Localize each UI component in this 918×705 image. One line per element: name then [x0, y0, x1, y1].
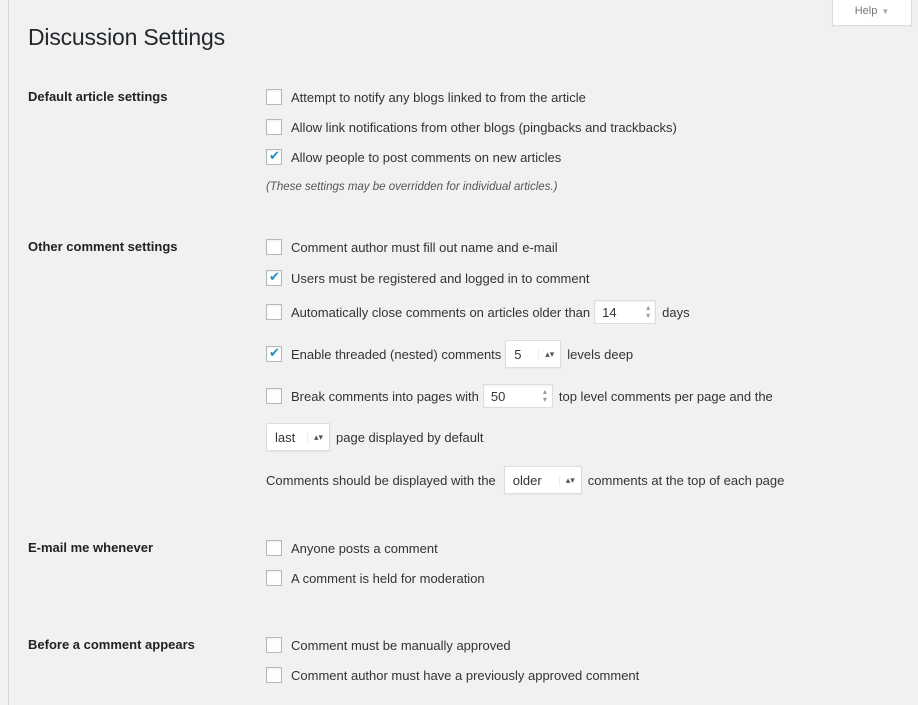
comments-per-page-value: 50 [490, 388, 506, 404]
allow-comments-label: Allow people to post comments on new art… [291, 149, 562, 165]
allow-comments-checkbox[interactable] [266, 148, 282, 165]
threaded-comments-checkbox[interactable] [266, 345, 282, 362]
select-arrows-icon: ▴▾ [558, 474, 575, 486]
auto-close-checkbox[interactable] [266, 304, 282, 320]
manual-approval-checkbox[interactable] [266, 637, 282, 653]
notify-blogs-label: Attempt to notify any blogs linked to fr… [291, 89, 586, 105]
page-title: Discussion Settings [28, 24, 225, 50]
email-on-moderation-option[interactable]: A comment is held for moderation [266, 570, 485, 586]
thread-depth-unit: levels deep [567, 346, 634, 362]
require-name-email-option[interactable]: Comment author must fill out name and e-… [266, 239, 558, 255]
require-name-email-label: Comment author must fill out name and e-… [291, 239, 558, 255]
email-on-comment-option[interactable]: Anyone posts a comment [266, 540, 438, 556]
auto-close-option: Automatically close comments on articles… [266, 300, 690, 324]
threaded-comments-option: Enable threaded (nested) comments 5 ▴▾ l… [266, 340, 633, 368]
spinner-icon[interactable]: ▴ ▾ [646, 304, 650, 320]
comment-order-suffix: comments at the top of each page [587, 472, 785, 488]
manual-approval-option[interactable]: Comment must be manually approved [266, 637, 511, 653]
paginate-checkbox[interactable] [266, 388, 282, 404]
section-label-email-me: E-mail me whenever [28, 540, 153, 555]
comment-order-option: Comments should be displayed with the ol… [266, 466, 784, 494]
email-on-moderation-label: A comment is held for moderation [291, 570, 485, 586]
comment-order-select[interactable]: older ▴▾ [503, 466, 582, 494]
chevron-down-icon: ▼ [881, 7, 890, 16]
registered-only-option[interactable]: Users must be registered and logged in t… [266, 269, 590, 286]
pingbacks-checkbox[interactable] [266, 119, 282, 135]
section-label-default-article: Default article settings [28, 89, 168, 104]
spinner-icon[interactable]: ▴ ▾ [543, 388, 547, 404]
prior-approval-option[interactable]: Comment author must have a previously ap… [266, 667, 639, 683]
prior-approval-label: Comment author must have a previously ap… [291, 667, 640, 683]
comment-order-value: older [512, 472, 542, 488]
section-label-before-appears: Before a comment appears [28, 637, 195, 652]
section-label-other-comment: Other comment settings [28, 239, 178, 254]
default-page-option: last ▴▾ page displayed by default [266, 423, 483, 451]
auto-close-days-value: 14 [602, 304, 617, 320]
allow-comments-option[interactable]: Allow people to post comments on new art… [266, 148, 562, 165]
default-page-select[interactable]: last ▴▾ [266, 423, 330, 451]
auto-close-label: Automatically close comments on articles… [291, 304, 591, 320]
pingbacks-option[interactable]: Allow link notifications from other blog… [266, 119, 677, 135]
auto-close-days-input[interactable]: 14 ▴ ▾ [594, 300, 657, 324]
thread-depth-value: 5 [514, 346, 522, 362]
paginate-option: Break comments into pages with 50 ▴ ▾ top… [266, 384, 773, 408]
email-on-moderation-checkbox[interactable] [266, 570, 282, 586]
threaded-comments-label: Enable threaded (nested) comments [291, 346, 502, 362]
pingbacks-label: Allow link notifications from other blog… [291, 119, 677, 135]
help-tab[interactable]: Help ▼ [832, 0, 912, 26]
notify-blogs-option[interactable]: Attempt to notify any blogs linked to fr… [266, 89, 586, 105]
select-arrows-icon: ▴▾ [538, 348, 554, 360]
paginate-suffix: top level comments per page and the [558, 388, 773, 404]
require-name-email-checkbox[interactable] [266, 239, 282, 255]
help-tab-label: Help [854, 5, 878, 17]
select-arrows-icon: ▴▾ [306, 431, 323, 443]
default-page-value: last [275, 429, 296, 445]
prior-approval-checkbox[interactable] [266, 667, 282, 683]
override-note: (These settings may be overridden for in… [266, 181, 558, 193]
registered-only-checkbox[interactable] [266, 269, 282, 286]
auto-close-days-unit: days [662, 304, 690, 320]
thread-depth-select[interactable]: 5 ▴▾ [505, 340, 562, 368]
comment-order-label: Comments should be displayed with the [266, 472, 496, 488]
notify-blogs-checkbox[interactable] [266, 89, 282, 105]
email-on-comment-label: Anyone posts a comment [291, 540, 438, 556]
paginate-label: Break comments into pages with [291, 388, 479, 404]
comments-per-page-input[interactable]: 50 ▴ ▾ [482, 384, 553, 408]
email-on-comment-checkbox[interactable] [266, 540, 282, 556]
manual-approval-label: Comment must be manually approved [291, 637, 511, 653]
registered-only-label: Users must be registered and logged in t… [291, 270, 590, 286]
default-page-suffix: page displayed by default [336, 429, 484, 445]
